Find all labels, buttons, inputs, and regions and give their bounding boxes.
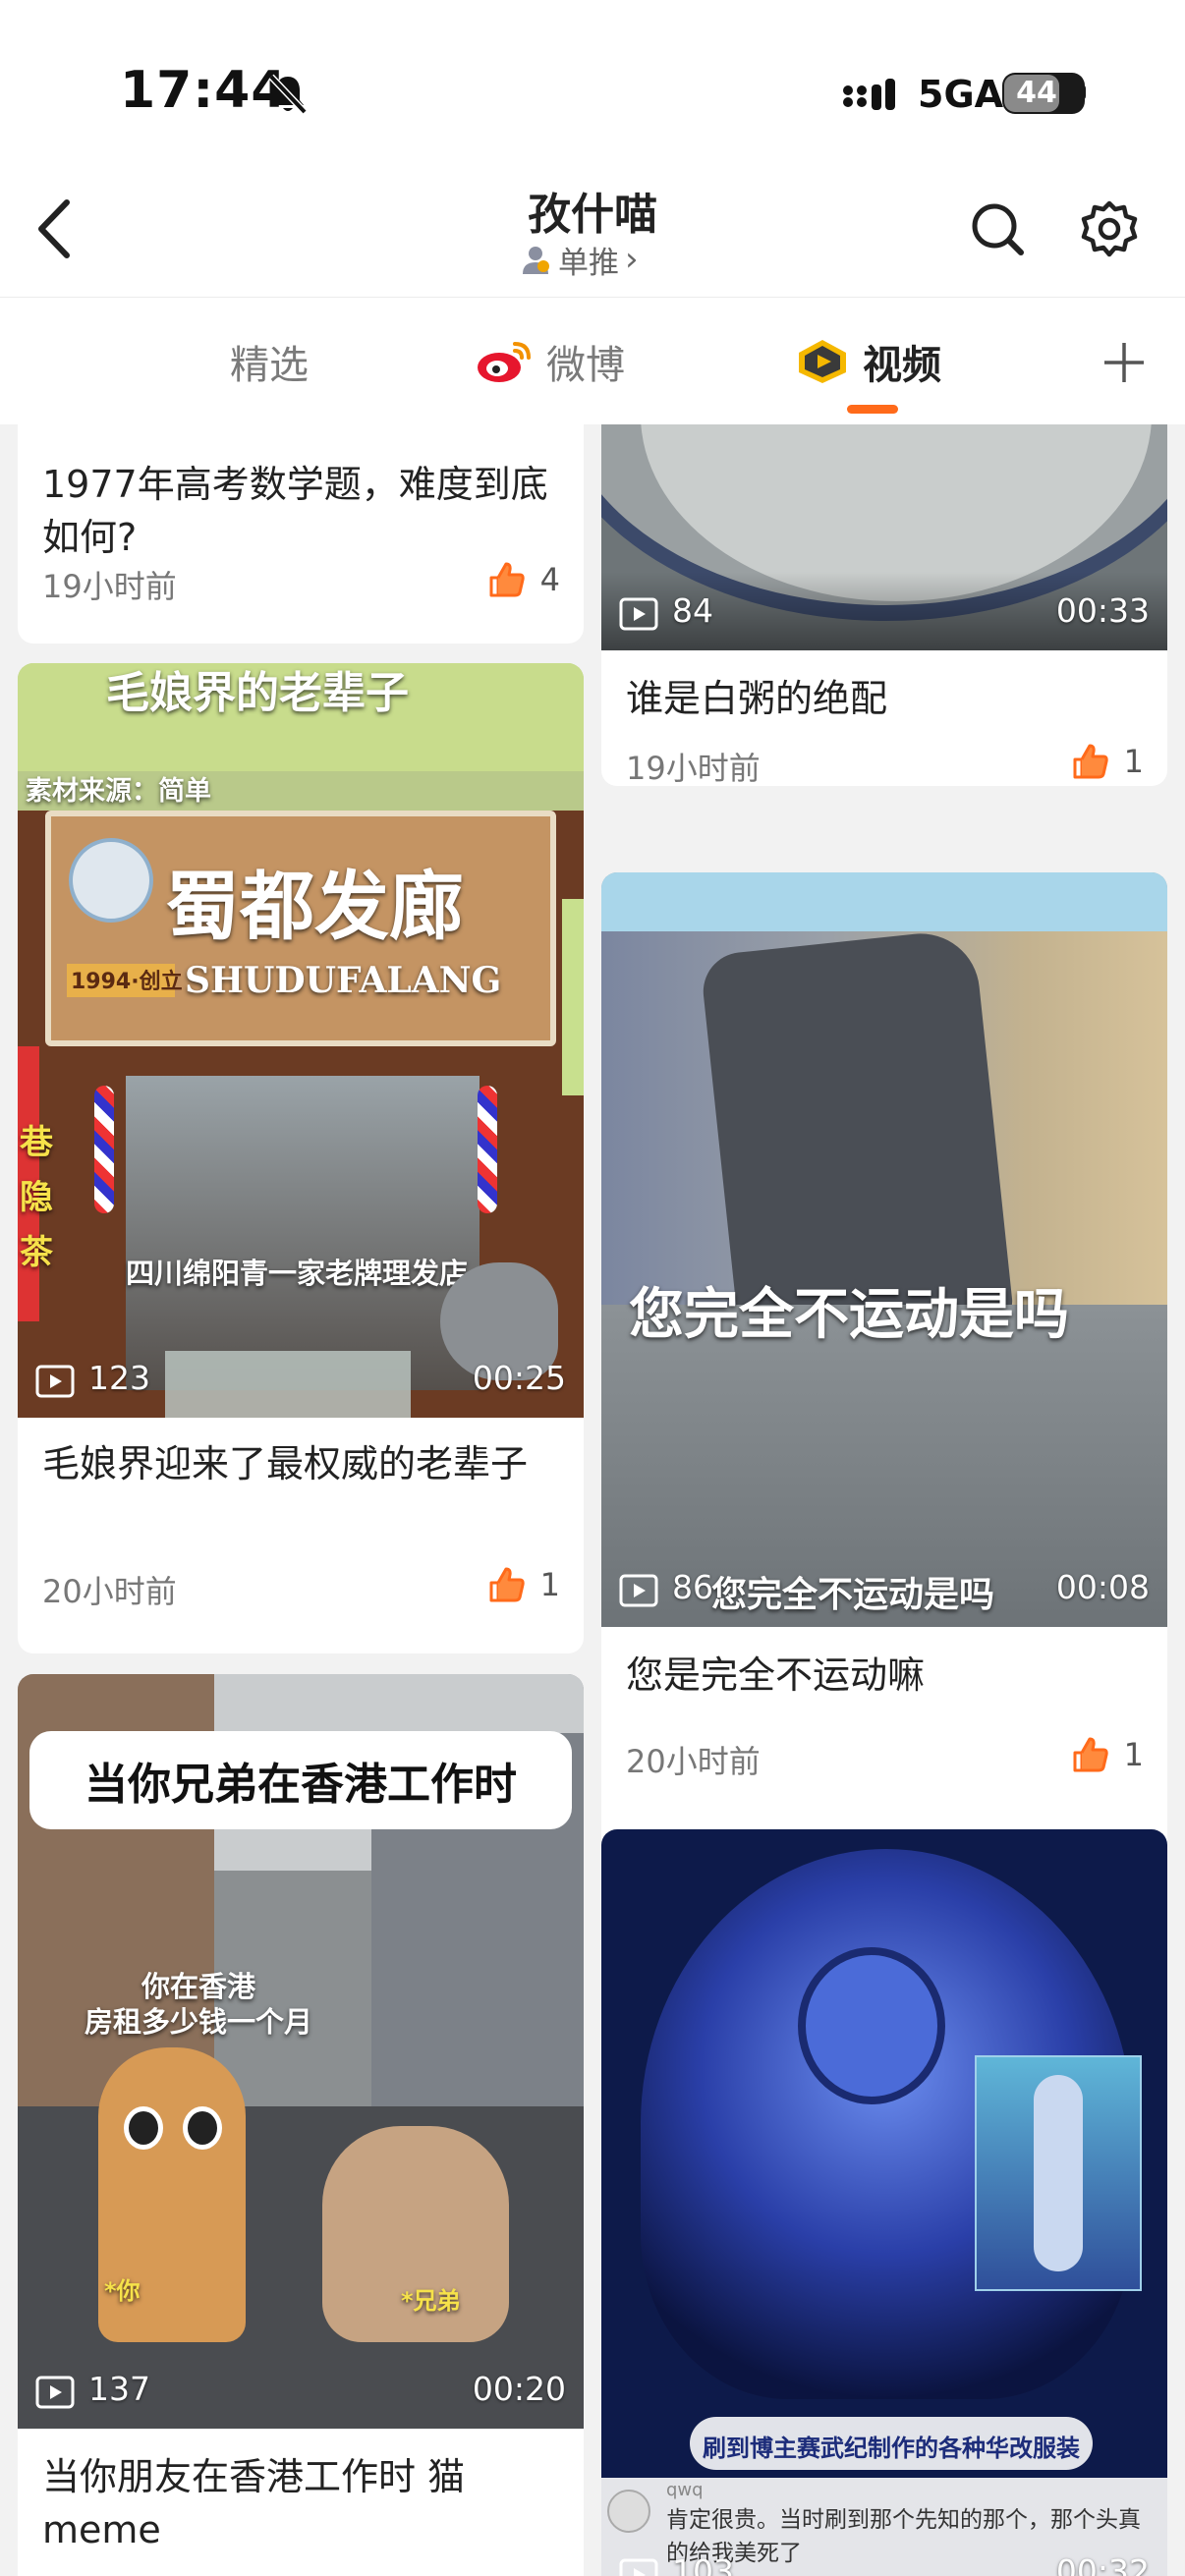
bell-off-icon [268,74,308,115]
video-meta: 137 00:20 [18,2360,584,2429]
shop-sign-since: 1994·创立 [71,970,183,994]
shop-sign-name: 蜀都发廊 [165,863,464,950]
video-tab-icon [799,340,846,383]
card-title: 谁是白粥的绝配 [626,677,888,720]
video-duration: 00:08 [1055,1568,1150,1606]
video-meta: 123 00:25 [18,1349,584,1418]
single-push-link[interactable]: 单推 › [519,240,639,281]
video-thumbnail: 您完全不运动是吗 您完全不运动是吗 86 00:08 [601,872,1167,1627]
speech-text: 你在香港 房租多少钱一个月 [84,1970,312,2039]
video-duration: 00:20 [472,2370,566,2408]
screen: 17:44 5GA 44 孜什喵 单推 › 精选 微博 视频 1977年高考数学… [0,0,1185,2576]
tab-featured[interactable]: 精选 [230,332,309,391]
banner-text: 当你兄弟在香港工作时 [85,1760,517,1810]
card-time: 20小时前 [626,1743,761,1780]
like-count: 1 [539,1566,560,1603]
video-thumbnail: 毛娘界的老辈子 素材来源：简单 蜀都发廊 1994·创立 SHUDUFALANG… [18,663,584,1418]
signal-icon [843,79,895,110]
person-icon [523,247,549,274]
video-card[interactable]: 当你兄弟在香港工作时 你在香港 房租多少钱一个月 *你 *兄弟 137 00:2… [18,1674,584,2576]
like-count: 1 [1123,743,1144,780]
play-count-icon [35,1365,75,1398]
card-time: 19小时前 [42,568,177,605]
video-caption: 四川绵阳青一家老牌理发店 [126,1257,469,1290]
like-button[interactable]: 4 [487,560,560,599]
video-duration: 00:32 [1055,2552,1150,2576]
like-button[interactable]: 1 [487,1565,560,1604]
battery-percent: 44 [1016,76,1057,110]
play-count-icon [619,597,658,631]
active-tab-indicator [847,405,898,414]
video-card[interactable]: 刷到博主赛武纪制作的各种华改服装 qwq 肯定很贵。当时刷到那个先知的那个，那个… [601,1829,1167,2576]
thumbs-up-icon [1073,744,1108,779]
play-count: 103 [672,2552,734,2576]
tab-video[interactable]: 视频 [796,332,941,391]
video-caption: 刷到博主赛武纪制作的各种华改服装 [703,2435,1080,2462]
like-count: 4 [539,561,560,598]
play-count: 123 [88,1359,150,1397]
side-sign: 巷隐茶 [20,1123,53,1272]
video-card[interactable]: 您完全不运动是吗 您完全不运动是吗 86 00:08 您是完全不运动嘛 20小时… [601,872,1167,1863]
label-brother: *兄弟 [401,2287,461,2315]
overlay-source: 素材来源：简单 [26,776,211,807]
thumbs-up-icon [1073,1737,1108,1772]
subtitle-label: 单推 [558,245,619,281]
card-title: 毛娘界迎来了最权威的老辈子 [42,1442,529,1485]
video-feed: 1977年高考数学题，难度到底如何? 19小时前 4 84 00:33 谁是白粥… [0,424,1185,2576]
like-count: 1 [1123,1736,1144,1773]
video-duration: 00:25 [472,1359,566,1397]
thumbs-up-icon [489,562,525,597]
card-title: 1977年高考数学题，难度到底如何? [42,463,548,559]
network-label: 5GA [918,73,1004,116]
battery-tip [1081,84,1086,100]
video-thumbnail: 当你兄弟在香港工作时 你在香港 房租多少钱一个月 *你 *兄弟 137 00:2… [18,1674,584,2429]
weibo-icon [478,342,531,382]
play-count: 84 [672,591,713,630]
gear-icon[interactable] [1081,200,1138,257]
card-title: 您是完全不运动嘛 [626,1653,926,1697]
like-button[interactable]: 1 [1071,742,1144,781]
play-count: 137 [88,2370,150,2408]
like-button[interactable]: 1 [1071,1735,1144,1774]
play-count-icon [35,2376,75,2409]
search-icon[interactable] [969,200,1026,257]
video-meta: 103 00:32 [601,2543,1167,2576]
video-thumbnail: 刷到博主赛武纪制作的各种华改服装 qwq 肯定很贵。当时刷到那个先知的那个，那个… [601,1829,1167,2576]
thumbs-up-icon [489,1567,525,1602]
video-duration: 00:33 [1055,591,1150,630]
video-thumbnail: 84 00:33 [601,424,1167,650]
overlay-title: 毛娘界的老辈子 [106,668,409,718]
commenter-avatar [607,2490,650,2533]
video-card[interactable]: 84 00:33 谁是白粥的绝配 19小时前 1 [601,424,1167,786]
video-meta: 84 00:33 [601,582,1167,650]
comment-user: qwq [666,2480,704,2500]
card-title: 当你朋友在香港工作时 猫meme [42,2455,466,2551]
card-time: 19小时前 [626,750,761,786]
video-card[interactable]: 1977年高考数学题，难度到底如何? 19小时前 4 [18,424,584,644]
tab-weibo-label: 微博 [546,343,625,388]
tab-featured-label: 精选 [230,343,309,388]
tab-video-label: 视频 [863,343,941,388]
card-time: 20小时前 [42,1573,177,1610]
label-you: *你 [104,2277,141,2305]
add-tab-icon[interactable] [1100,339,1148,386]
status-time: 17:44 [120,61,288,120]
video-card[interactable]: 毛娘界的老辈子 素材来源：简单 蜀都发廊 1994·创立 SHUDUFALANG… [18,663,584,1653]
video-meta: 86 00:08 [601,1558,1167,1627]
play-count-icon [619,1574,658,1607]
shop-sign-pinyin: SHUDUFALANG [185,960,502,1001]
tab-weibo[interactable]: 微博 [476,332,625,391]
video-caption-large: 您完全不运动是吗 [629,1283,1069,1347]
chevron-right-icon: › [625,240,639,279]
play-count: 86 [672,1568,713,1606]
play-count-icon [619,2558,658,2576]
